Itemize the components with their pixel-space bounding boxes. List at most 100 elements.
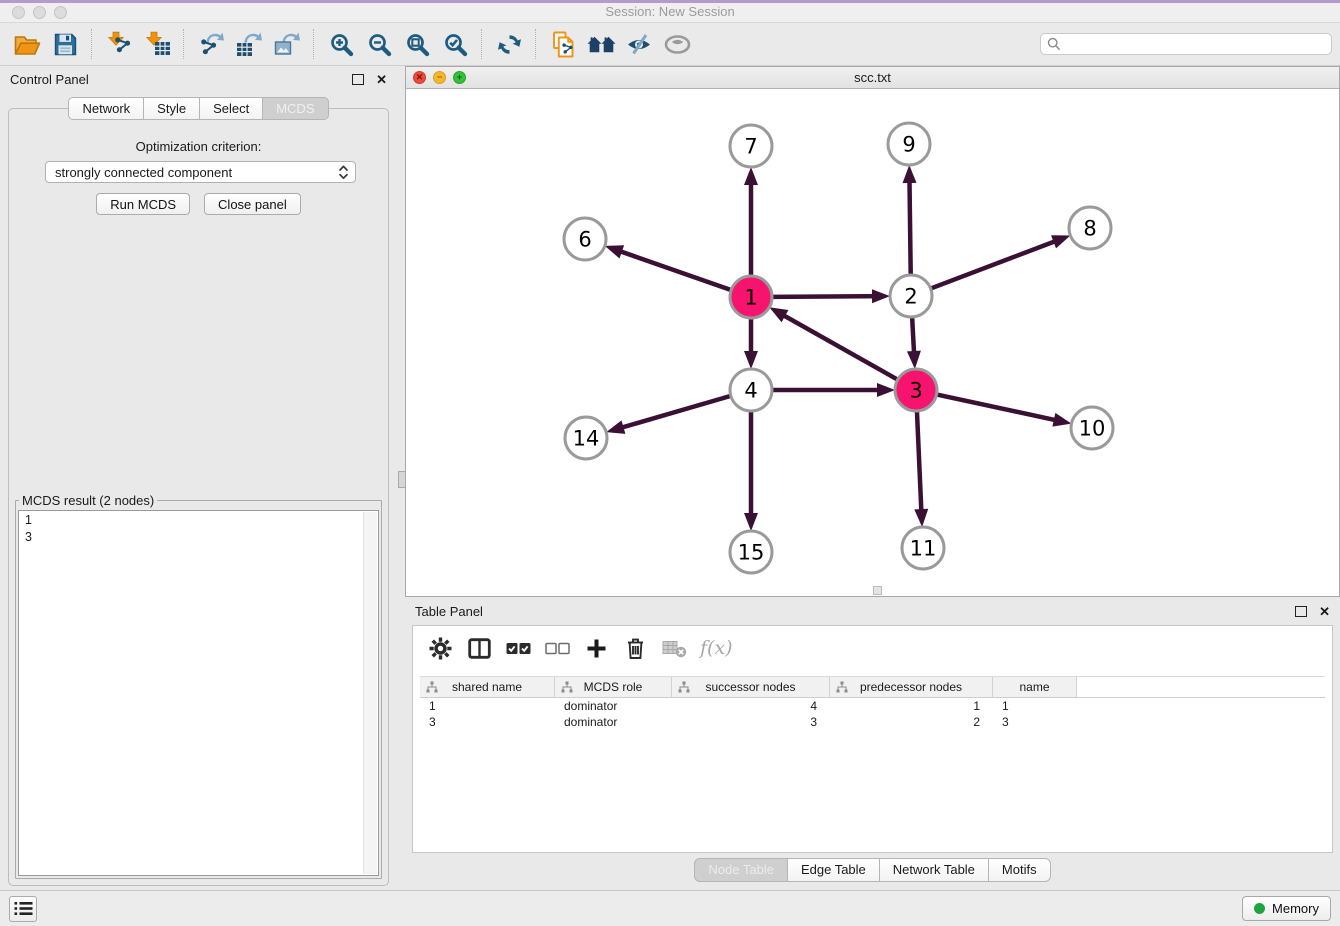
mcds-result-group: MCDS result (2 nodes) 1 3 [15, 493, 382, 879]
export-image-icon[interactable] [268, 27, 306, 61]
graph-node-15[interactable]: 15 [730, 531, 772, 573]
column-header-predecessor-nodes[interactable]: predecessor nodes [830, 677, 993, 697]
tab-node-table[interactable]: Node Table [694, 858, 788, 882]
hide-panels-icon[interactable] [620, 27, 658, 61]
graph-node-10[interactable]: 10 [1071, 407, 1113, 449]
zoom-in-icon[interactable] [322, 27, 360, 61]
result-scrollbar[interactable] [363, 512, 377, 874]
export-network-icon[interactable] [192, 27, 230, 61]
add-column-icon[interactable] [583, 635, 609, 661]
graph-node-7[interactable]: 7 [730, 125, 772, 167]
table-cell[interactable]: 2 [830, 715, 993, 729]
column-label: predecessor nodes [860, 680, 962, 694]
zoom-fit-icon[interactable] [398, 27, 436, 61]
import-network-icon[interactable] [100, 27, 138, 61]
export-table-icon[interactable] [230, 27, 268, 61]
table-cell[interactable]: dominator [555, 715, 672, 729]
column-header-name[interactable]: name [993, 677, 1077, 697]
fx-label: f(x) [700, 637, 733, 659]
zoom-selected-icon[interactable] [436, 27, 474, 61]
tab-edge-table[interactable]: Edge Table [788, 858, 880, 882]
tab-motifs[interactable]: Motifs [989, 858, 1051, 882]
close-panel-icon[interactable]: ✕ [376, 73, 387, 86]
duplicate-network-icon[interactable] [544, 27, 582, 61]
network-overview-icon[interactable] [582, 27, 620, 61]
control-panel: Control Panel ✕ NetworkStyleSelectMCDS O… [0, 66, 397, 890]
column-label: successor nodes [705, 680, 795, 694]
table-cell[interactable]: 1 [830, 699, 993, 713]
show-columns-icon[interactable] [466, 635, 492, 661]
table-cell[interactable]: 4 [672, 699, 830, 713]
graph-edge-3-10[interactable] [938, 395, 1066, 423]
table-cell[interactable]: 3 [993, 715, 1077, 729]
graph-edge-1-2[interactable] [773, 296, 884, 297]
table-cell[interactable]: 1 [993, 699, 1077, 713]
optimization-criterion-select[interactable]: strongly connected component [45, 161, 356, 183]
search-input[interactable] [1061, 36, 1325, 52]
table-row[interactable]: 3dominator323 [420, 714, 1325, 730]
zoom-out-icon[interactable] [360, 27, 398, 61]
graph-node-8[interactable]: 8 [1069, 207, 1111, 249]
network-graph[interactable]: 1 2 3 4 6 7 8 9 10 11 14 15 [406, 88, 1339, 596]
graph-edge-2-8[interactable] [932, 238, 1065, 289]
graph-edge-4-14[interactable] [612, 396, 730, 430]
open-file-icon[interactable] [8, 27, 46, 61]
graph-edge-1-6[interactable] [610, 248, 730, 290]
graph-node-9[interactable]: 9 [888, 123, 930, 165]
graph-node-1[interactable]: 1 [730, 276, 772, 318]
table-cell[interactable]: 1 [420, 699, 555, 713]
node-label: 15 [738, 541, 765, 565]
table-row[interactable]: 1dominator411 [420, 698, 1325, 714]
table-cell[interactable]: 3 [672, 715, 830, 729]
graph-edge-2-3[interactable] [912, 318, 914, 363]
node-label: 9 [902, 133, 915, 157]
table-settings-icon[interactable] [427, 635, 453, 661]
memory-button[interactable]: Memory [1242, 896, 1331, 921]
node-label: 14 [573, 427, 600, 451]
mcds-buttons-row: Run MCDS Close panel [9, 193, 388, 215]
network-canvas[interactable]: 1 2 3 4 6 7 8 9 10 11 14 15 [406, 88, 1339, 596]
main-toolbar [0, 23, 1340, 66]
column-header-shared-name[interactable]: shared name [420, 677, 555, 697]
graph-node-11[interactable]: 11 [902, 527, 944, 569]
table-cell[interactable]: 3 [420, 715, 555, 729]
graph-edge-2-9[interactable] [909, 171, 910, 274]
graph-node-6[interactable]: 6 [564, 218, 606, 260]
graph-edge-3-11[interactable] [917, 412, 922, 521]
run-mcds-button[interactable]: Run MCDS [96, 193, 190, 215]
close-table-panel-icon[interactable]: ✕ [1319, 605, 1330, 618]
deselect-all-rows-icon[interactable] [544, 635, 570, 661]
float-panel-icon[interactable] [352, 74, 364, 85]
import-table-icon[interactable] [138, 27, 176, 61]
table-panel-header: Table Panel ✕ [405, 598, 1340, 624]
table-cell[interactable]: dominator [555, 699, 672, 713]
search-box[interactable] [1040, 33, 1332, 55]
save-session-icon[interactable] [46, 27, 84, 61]
canvas-scroll-handle[interactable] [873, 586, 882, 595]
node-label: 3 [909, 379, 922, 403]
graph-node-14[interactable]: 14 [565, 417, 607, 459]
graph-node-4[interactable]: 4 [730, 369, 772, 411]
column-header-successor-nodes[interactable]: successor nodes [672, 677, 830, 697]
close-panel-button[interactable]: Close panel [204, 193, 301, 215]
graph-node-2[interactable]: 2 [890, 275, 932, 317]
network-close-button[interactable]: ✕ [413, 71, 426, 84]
apply-layout-icon[interactable] [490, 27, 528, 61]
show-panels-list-button[interactable] [9, 896, 37, 922]
select-all-rows-icon[interactable] [505, 635, 531, 661]
tab-select[interactable]: Select [200, 97, 263, 120]
tab-network[interactable]: Network [68, 97, 144, 120]
graph-edge-3-1[interactable] [775, 310, 897, 379]
column-header-MCDS-role[interactable]: MCDS role [555, 677, 672, 697]
tab-style[interactable]: Style [144, 97, 200, 120]
network-minimize-button[interactable]: − [433, 71, 446, 84]
delete-row-icon[interactable] [622, 635, 648, 661]
mcds-result-textarea[interactable]: 1 3 [18, 510, 379, 876]
tab-mcds[interactable]: MCDS [263, 97, 328, 120]
tab-network-table[interactable]: Network Table [880, 858, 989, 882]
float-table-panel-icon[interactable] [1295, 606, 1307, 617]
graph-node-3[interactable]: 3 [895, 369, 937, 411]
network-maximize-button[interactable]: + [453, 71, 466, 84]
control-panel-header: Control Panel ✕ [0, 66, 397, 92]
network-window-titlebar[interactable]: ✕ − + scc.txt [406, 67, 1339, 89]
